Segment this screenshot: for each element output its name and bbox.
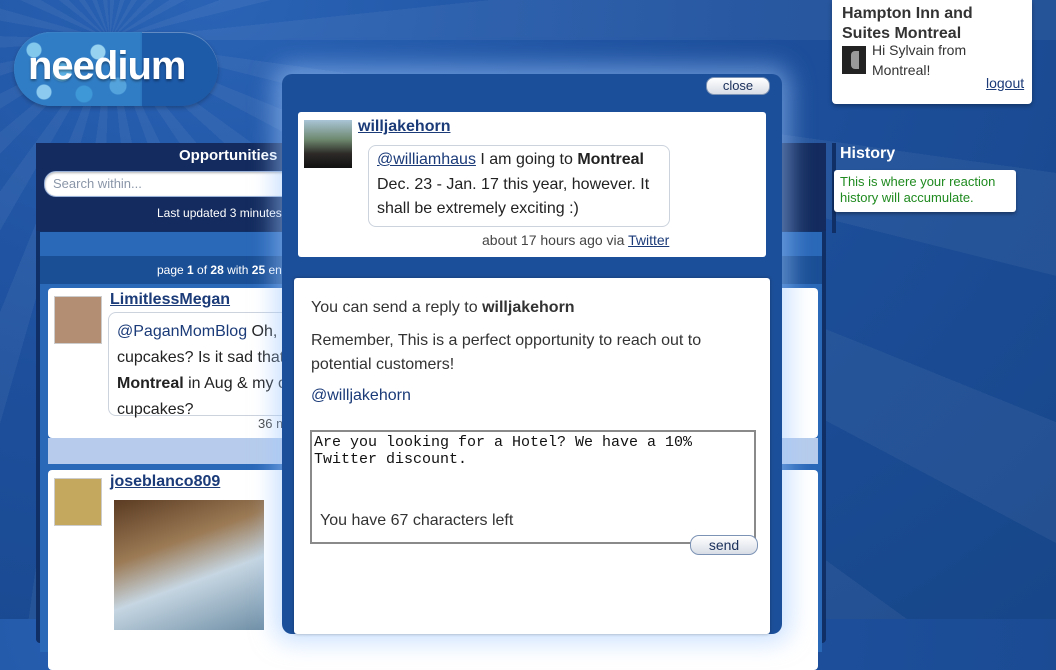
reply-card: You can send a reply to willjakehorn Rem… xyxy=(294,278,770,634)
tweet-bubble: @williamhaus I am going to Montreal Dec.… xyxy=(368,145,670,227)
last-updated: Last updated 3 minutes xyxy=(157,206,282,220)
reply-intro: You can send a reply to willjakehorn xyxy=(311,299,575,316)
reply-modal: close willjakehorn @williamhaus I am goi… xyxy=(282,74,782,634)
tweet-username[interactable]: joseblanco809 xyxy=(110,473,220,491)
tweet-mention[interactable]: @PaganMomBlog xyxy=(117,323,247,340)
history-box: This is where your reaction history will… xyxy=(834,170,1016,212)
search-input[interactable]: Search within... xyxy=(44,171,296,197)
tweet-meta: about 17 hours ago via Twitter xyxy=(482,232,670,248)
pagination-text: page 1 of 28 with 25 en xyxy=(157,263,282,277)
send-button[interactable]: send xyxy=(690,535,758,555)
search-placeholder: Search within... xyxy=(53,176,142,191)
tweet-mention[interactable]: @williamhaus xyxy=(377,151,476,168)
reply-hint: Remember, This is a perfect opportunity … xyxy=(311,332,702,373)
reply-message[interactable]: Are you looking for a Hotel? We have a 1… xyxy=(314,434,744,468)
user-avatar xyxy=(842,46,866,74)
tweet-photo[interactable] xyxy=(114,500,264,630)
close-button[interactable]: close xyxy=(706,77,770,95)
avatar[interactable] xyxy=(54,296,102,344)
greeting: Hi Sylvain from Montreal! xyxy=(872,42,967,78)
tweet-username[interactable]: willjakehorn xyxy=(358,118,450,136)
logo-text: needium xyxy=(28,44,186,88)
needium-logo[interactable]: needium xyxy=(14,32,218,106)
avatar[interactable] xyxy=(54,478,102,526)
reply-mention: @willjakehorn xyxy=(311,387,411,404)
tweet-username[interactable]: LimitlessMegan xyxy=(110,291,230,309)
hotel-name: Hampton Inn and Suites Montreal xyxy=(842,5,973,42)
opportunities-title: Opportunities xyxy=(179,147,278,164)
characters-left: You have 67 characters left xyxy=(320,512,514,529)
original-tweet-card: willjakehorn @williamhaus I am going to … xyxy=(298,112,766,257)
history-title: History xyxy=(840,145,896,162)
account-card: Hampton Inn and Suites Montreal Hi Sylva… xyxy=(832,0,1032,104)
avatar[interactable] xyxy=(304,120,352,168)
reply-textarea[interactable]: Are you looking for a Hotel? We have a 1… xyxy=(310,430,756,544)
twitter-link[interactable]: Twitter xyxy=(628,232,669,248)
logout-link[interactable]: logout xyxy=(986,75,1024,91)
